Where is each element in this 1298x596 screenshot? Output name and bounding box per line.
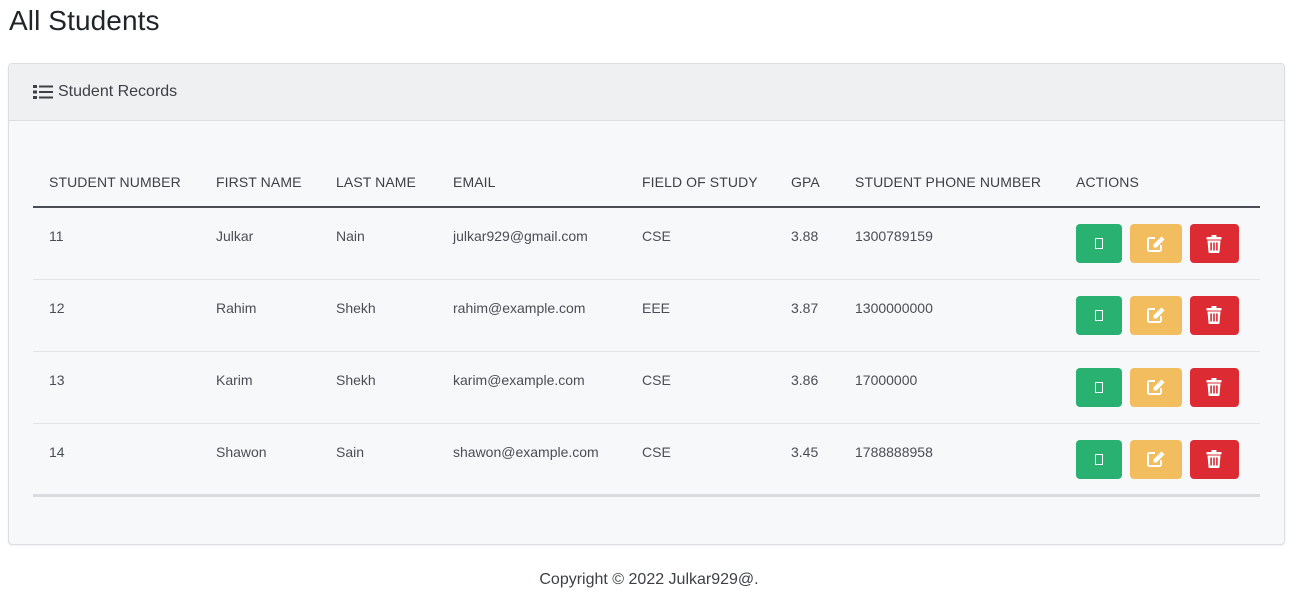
- view-button[interactable]: [1076, 224, 1122, 263]
- view-icon: [1095, 238, 1103, 249]
- table-row: 14 Shawon Sain shawon@example.com CSE 3.…: [33, 423, 1260, 497]
- table-row: 11 Julkar Nain julkar929@gmail.com CSE 3…: [33, 207, 1260, 280]
- cell-first-name: Rahim: [200, 279, 320, 352]
- cell-gpa: 3.86: [775, 351, 839, 424]
- student-records-card: Student Records STUDENT NUMBER FIRST NAM…: [8, 63, 1285, 545]
- cell-last-name: Shekh: [320, 279, 437, 352]
- view-button[interactable]: [1076, 439, 1122, 479]
- cell-last-name: Nain: [320, 207, 437, 280]
- view-button[interactable]: [1076, 295, 1122, 335]
- cell-gpa: 3.45: [775, 423, 839, 497]
- page-title: All Students: [9, 5, 160, 36]
- cell-actions: [1060, 423, 1260, 497]
- footer-copyright: Copyright © 2022 Julkar929@.: [539, 571, 759, 588]
- trash-icon: [1206, 234, 1222, 253]
- column-header-first-name: FIRST NAME: [200, 157, 320, 208]
- edit-icon: [1146, 379, 1165, 395]
- column-header-field-of-study: FIELD OF STUDY: [626, 157, 775, 208]
- trash-icon: [1206, 306, 1222, 324]
- cell-first-name: Karim: [200, 351, 320, 424]
- cell-phone: 1788888958: [839, 423, 1060, 497]
- edit-icon: [1146, 236, 1165, 252]
- view-button[interactable]: [1076, 367, 1122, 407]
- cell-field-of-study: CSE: [626, 351, 775, 424]
- cell-email: shawon@example.com: [437, 423, 626, 497]
- cell-gpa: 3.88: [775, 207, 839, 280]
- delete-button[interactable]: [1189, 367, 1239, 407]
- edit-button[interactable]: [1129, 439, 1182, 479]
- card-title: Student Records: [58, 83, 178, 100]
- column-header-last-name: LAST NAME: [320, 157, 437, 208]
- cell-gpa: 3.87: [775, 279, 839, 352]
- table-header-row: STUDENT NUMBER FIRST NAME LAST NAME EMAI…: [33, 157, 1260, 208]
- cell-student-number: 12: [33, 279, 200, 352]
- cell-actions: [1060, 351, 1260, 424]
- cell-phone: 17000000: [839, 351, 1060, 424]
- cell-student-number: 13: [33, 351, 200, 424]
- cell-field-of-study: EEE: [626, 279, 775, 352]
- column-header-email: EMAIL: [437, 157, 626, 208]
- column-header-gpa: GPA: [775, 157, 839, 208]
- students-table: STUDENT NUMBER FIRST NAME LAST NAME EMAI…: [33, 157, 1260, 497]
- view-icon: [1095, 381, 1103, 393]
- cell-email: karim@example.com: [437, 351, 626, 424]
- table-row: 12 Rahim Shekh rahim@example.com EEE 3.8…: [33, 279, 1260, 352]
- edit-button[interactable]: [1129, 367, 1182, 407]
- column-header-actions: ACTIONS: [1060, 157, 1260, 208]
- cell-field-of-study: CSE: [626, 423, 775, 497]
- edit-icon: [1146, 307, 1165, 323]
- cell-phone: 1300000000: [839, 279, 1060, 352]
- cell-email: julkar929@gmail.com: [437, 207, 626, 280]
- cell-actions: [1060, 279, 1260, 352]
- table-row: 13 Karim Shekh karim@example.com CSE 3.8…: [33, 351, 1260, 424]
- cell-student-number: 11: [33, 207, 200, 280]
- cell-actions: [1060, 207, 1260, 280]
- cell-email: rahim@example.com: [437, 279, 626, 352]
- trash-icon: [1206, 450, 1222, 468]
- cell-first-name: Shawon: [200, 423, 320, 497]
- cell-phone: 1300789159: [839, 207, 1060, 280]
- delete-button[interactable]: [1189, 439, 1239, 479]
- delete-button[interactable]: [1189, 295, 1239, 335]
- cell-field-of-study: CSE: [626, 207, 775, 280]
- edit-button[interactable]: [1129, 295, 1182, 335]
- cell-student-number: 14: [33, 423, 200, 497]
- view-icon: [1095, 453, 1103, 465]
- view-icon: [1095, 309, 1103, 321]
- cell-last-name: Sain: [320, 423, 437, 497]
- card-header: Student Records: [9, 64, 1284, 121]
- column-header-phone: STUDENT PHONE NUMBER: [839, 157, 1060, 208]
- cell-first-name: Julkar: [200, 207, 320, 280]
- delete-button[interactable]: [1189, 224, 1239, 263]
- column-header-student-number: STUDENT NUMBER: [33, 157, 200, 208]
- trash-icon: [1206, 378, 1222, 396]
- edit-icon: [1146, 451, 1165, 467]
- edit-button[interactable]: [1129, 224, 1182, 263]
- cell-last-name: Shekh: [320, 351, 437, 424]
- list-icon: [33, 85, 53, 99]
